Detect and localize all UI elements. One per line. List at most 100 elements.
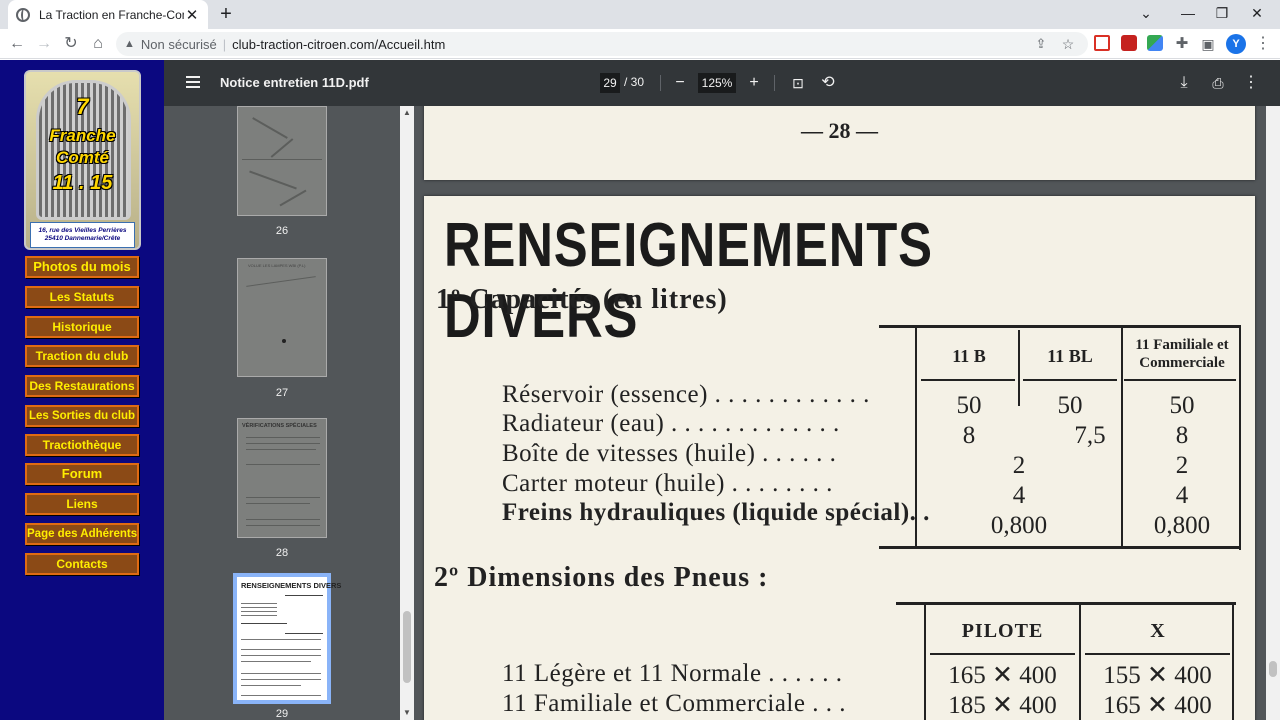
thumb-sketch: [270, 138, 294, 158]
cell-radiateur-11f: 8: [1175, 422, 1189, 449]
menu-des-restaurations[interactable]: Des Restaurations: [25, 375, 139, 397]
thumb-sketch: [246, 276, 316, 287]
share-icon[interactable]: ⇪: [1030, 32, 1052, 56]
warning-icon[interactable]: ▲: [124, 38, 135, 50]
address-bar[interactable]: ▲ Non sécurisé | club-traction-citroen.c…: [116, 32, 1088, 56]
color-extension-icon[interactable]: [1147, 35, 1163, 51]
thumbnail-scrollbar[interactable]: ▲ ▼: [400, 106, 414, 720]
download-icon[interactable]: ⤓: [1172, 71, 1196, 95]
new-tab-button[interactable]: +: [216, 3, 236, 25]
pdf-extension-icon[interactable]: [1121, 35, 1137, 51]
thumb-sketch: [249, 170, 297, 190]
toolbar-divider: [660, 75, 661, 91]
scroll-down-arrow-icon[interactable]: ▼: [403, 708, 411, 717]
pdf-document-view[interactable]: — 28 — RENSEIGNEMENTS DIVERS 1º Capacité…: [414, 106, 1266, 720]
tyre-table-header-rule: [930, 653, 1075, 655]
logo-line-1: 7: [76, 94, 89, 119]
cell-carter-11b-bl: 4: [1012, 482, 1026, 509]
table-header-rule: [1023, 379, 1117, 381]
print-icon[interactable]: ⎙: [1206, 71, 1230, 95]
menu-les-statuts[interactable]: Les Statuts: [25, 286, 139, 308]
tab-title: La Traction en Franche-Comté: [39, 7, 184, 22]
thumb-text: [246, 497, 320, 498]
column-header-11b: 11 B: [952, 346, 986, 366]
more-options-icon[interactable]: ⋮: [1239, 71, 1263, 95]
minimize-icon[interactable]: —: [1171, 0, 1205, 29]
thumbnail-page-28[interactable]: VÉRIFICATIONS SPÉCIALES: [237, 418, 327, 538]
menu-contacts[interactable]: Contacts: [25, 553, 139, 575]
cell-reservoir-11b: 50: [956, 392, 982, 419]
thumb-text: [241, 685, 301, 686]
page-number-input[interactable]: 29: [600, 73, 620, 93]
pocket-extension-icon[interactable]: [1094, 35, 1110, 51]
browser-menu-icon[interactable]: ⋮: [1252, 32, 1274, 56]
thumb-heading: VOLUE LES LAMPES WBI (P.L): [248, 263, 306, 268]
tyre-cell-legere-x: 155 ✕ 400: [1103, 662, 1212, 689]
thumb-text: [246, 437, 320, 438]
rotate-icon[interactable]: ⟲: [816, 71, 840, 95]
logo-address: 16, rue des Vieilles Perrières 25410 Dan…: [30, 222, 135, 248]
thumbnail-page-29-selected[interactable]: RENSEIGNEMENTS DIVERS: [233, 573, 341, 704]
fit-to-page-icon[interactable]: ⊡: [786, 71, 810, 95]
menu-historique[interactable]: Historique: [25, 316, 139, 338]
cell-radiateur-11b: 8: [962, 422, 976, 449]
extensions-puzzle-icon[interactable]: ✚: [1171, 32, 1193, 56]
tyre-table-header-rule: [1085, 653, 1230, 655]
logo-line-4: 11 . 15: [52, 172, 113, 194]
menu-photos-du-mois[interactable]: Photos du mois: [25, 256, 139, 278]
menu-hamburger-icon[interactable]: [186, 76, 200, 88]
thumb-text: [241, 623, 287, 624]
maximize-icon[interactable]: ❐: [1205, 0, 1239, 29]
thumb-table-rule: [285, 595, 323, 596]
forward-arrow-icon[interactable]: →: [33, 32, 55, 56]
document-scrollbar[interactable]: [1266, 106, 1280, 720]
menu-tractiotheque[interactable]: Tractiothèque: [25, 434, 139, 456]
thumb-heading: VÉRIFICATIONS SPÉCIALES: [242, 423, 317, 429]
bookmark-star-icon[interactable]: ☆: [1057, 32, 1079, 56]
close-window-icon[interactable]: ✕: [1240, 0, 1274, 29]
thumbnail-label-27: 27: [275, 387, 289, 399]
reload-icon[interactable]: ↻: [60, 32, 82, 56]
thumbnail-page-27[interactable]: VOLUE LES LAMPES WBI (P.L): [237, 258, 327, 377]
zoom-input[interactable]: 125%: [698, 73, 736, 93]
thumb-text: [241, 611, 277, 612]
home-icon[interactable]: ⌂: [87, 32, 109, 56]
menu-liens[interactable]: Liens: [25, 493, 139, 515]
scroll-up-arrow-icon[interactable]: ▲: [403, 108, 411, 117]
thumbnail-scroll-thumb[interactable]: [403, 611, 411, 683]
row-label-radiateur: Radiateur (eau) . . . . . . . . . . . . …: [502, 410, 840, 437]
thumb-table-rule: [285, 633, 323, 634]
tyre-table-column-rule: [1232, 605, 1234, 720]
table-column-rule: [1239, 328, 1241, 550]
thumb-text: [241, 649, 321, 650]
thumbnail-pane: 26 VOLUE LES LAMPES WBI (P.L) 27 VÉRIFIC…: [164, 106, 400, 720]
menu-traction-du-club[interactable]: Traction du club: [25, 345, 139, 367]
toolbar-divider: [774, 75, 775, 91]
browser-tab[interactable]: La Traction en Franche-Comté ✕: [8, 0, 208, 29]
profile-avatar[interactable]: Y: [1226, 34, 1246, 54]
tyre-cell-familiale-x: 165 ✕ 400: [1103, 692, 1212, 719]
thumb-text: [241, 655, 321, 656]
globe-icon: [16, 7, 30, 22]
back-arrow-icon[interactable]: ←: [6, 32, 28, 56]
menu-les-sorties-du-club[interactable]: Les Sorties du club: [25, 405, 139, 427]
thumbnail-label-29: 29: [275, 708, 289, 720]
menu-forum[interactable]: Forum: [25, 463, 139, 485]
zoom-in-icon[interactable]: +: [742, 71, 766, 95]
pdf-page-28: — 28 —: [424, 106, 1255, 180]
thumb-text: [246, 503, 310, 504]
row-label-freins: Freins hydrauliques (liquide spécial). .: [502, 499, 930, 526]
side-panel-icon[interactable]: ▣: [1197, 32, 1219, 56]
row-label-carter-moteur: Carter moteur (huile) . . . . . . . .: [502, 470, 833, 497]
tab-search-chevron-icon[interactable]: ⌄: [1129, 0, 1163, 29]
section-capacities-heading: 1º Capacités (en litres): [436, 284, 728, 315]
url-text: club-traction-citroen.com/Accueil.htm: [232, 36, 446, 52]
club-logo[interactable]: 7 Franche Comté 11 . 15 16, rue des Viei…: [24, 70, 141, 250]
thumb-text: [246, 443, 320, 444]
document-scroll-thumb[interactable]: [1269, 661, 1277, 677]
zoom-out-icon[interactable]: −: [668, 71, 692, 95]
close-tab-icon[interactable]: ✕: [184, 6, 200, 24]
menu-page-des-adherents[interactable]: Page des Adhérents: [25, 523, 139, 545]
page-number-footer: — 28 —: [801, 118, 878, 143]
thumbnail-page-26[interactable]: [237, 106, 327, 216]
